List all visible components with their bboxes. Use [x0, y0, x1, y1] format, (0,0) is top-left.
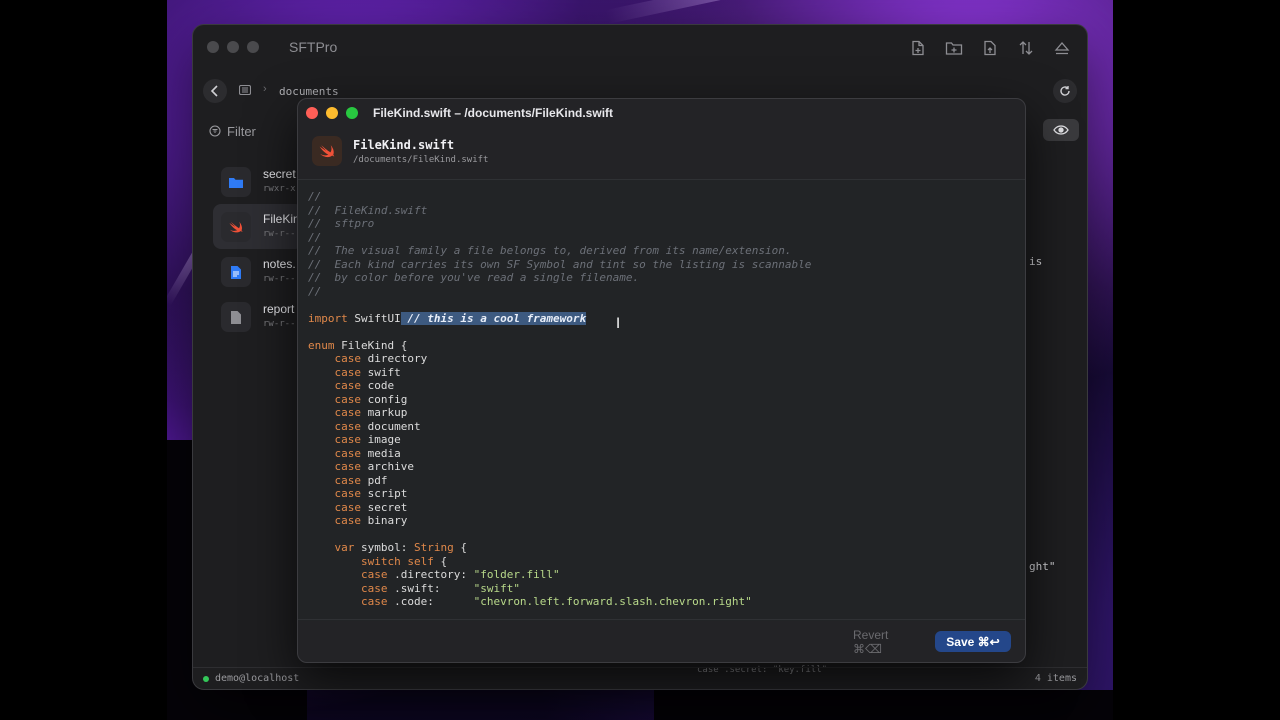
swift-icon: [312, 136, 342, 166]
editor-filepath: /documents/FileKind.swift: [353, 155, 489, 165]
back-button[interactable]: [203, 79, 227, 103]
code-line[interactable]: import SwiftUI // this is a cool framewo…: [308, 311, 811, 326]
list-item[interactable]: FileKind rw-r--: [213, 204, 306, 249]
list-item[interactable]: notes. rw-r--: [213, 249, 303, 294]
status-item-count: 4 items: [1034, 673, 1077, 684]
sidebar-toggle-icon[interactable]: [238, 83, 252, 98]
chevron-left-icon: [210, 85, 218, 97]
eye-icon: [1053, 125, 1069, 135]
file-permissions: rw-r--: [263, 229, 296, 239]
editor-footer: Revert ⌘⌫ Save ⌘↩: [298, 619, 1025, 662]
list-item[interactable]: secret rwxr-x: [213, 159, 303, 204]
wallpaper-shadow: [654, 690, 1113, 720]
sort-icon[interactable]: [1013, 37, 1039, 59]
upload-file-icon[interactable]: [977, 37, 1003, 59]
editor-titlebar: FileKind.swift – /documents/FileKind.swi…: [298, 99, 1025, 127]
code-line[interactable]: // The visual family a file belongs to, …: [308, 244, 811, 258]
code-line[interactable]: switch self {: [308, 555, 811, 569]
wallpaper-streak: [605, 0, 981, 24]
save-button[interactable]: Save ⌘↩: [935, 631, 1011, 652]
main-titlebar: SFTPro: [193, 25, 1087, 71]
code-line[interactable]: // Each kind carries its own SF Symbol a…: [308, 258, 811, 272]
editor-window-title: FileKind.swift – /documents/FileKind.swi…: [373, 106, 614, 120]
close-window-button[interactable]: [207, 41, 219, 53]
code-line[interactable]: case media: [308, 447, 811, 461]
status-user: demo@localhost: [215, 673, 300, 684]
folder-icon: [221, 167, 251, 197]
list-item[interactable]: report rw-r--: [213, 294, 303, 339]
code-line[interactable]: [308, 528, 811, 542]
code-line[interactable]: case secret: [308, 501, 811, 515]
zoom-editor-button[interactable]: [346, 107, 358, 119]
code-line[interactable]: [308, 298, 811, 312]
code-line[interactable]: case pdf: [308, 474, 811, 488]
file-name: report: [263, 302, 295, 316]
code-line[interactable]: case directory: [308, 352, 811, 366]
preview-toggle-button[interactable]: [1043, 119, 1079, 141]
background-text: ght": [1029, 560, 1056, 573]
editor-window: FileKind.swift – /documents/FileKind.swi…: [297, 98, 1026, 663]
revert-button[interactable]: Revert ⌘⌫: [853, 628, 917, 656]
toolbar: [905, 37, 1075, 59]
code-line[interactable]: case script: [308, 487, 811, 501]
code-text[interactable]: //// FileKind.swift// sftpro//// The vis…: [308, 190, 811, 609]
refresh-icon: [1060, 86, 1070, 96]
new-file-icon[interactable]: [905, 37, 931, 59]
filter-label: Filter: [227, 123, 256, 139]
editor-filename: FileKind.swift: [353, 138, 455, 152]
code-line[interactable]: //: [308, 285, 811, 299]
close-editor-button[interactable]: [306, 107, 318, 119]
eject-icon[interactable]: [1049, 37, 1075, 59]
app-title: SFTPro: [289, 39, 338, 55]
code-line[interactable]: enum FileKind {: [308, 339, 811, 353]
code-line[interactable]: case markup: [308, 406, 811, 420]
code-line[interactable]: // sftpro: [308, 217, 811, 231]
code-line[interactable]: case .code: "chevron.left.forward.slash.…: [308, 595, 811, 609]
zoom-window-button[interactable]: [247, 41, 259, 53]
minimize-window-button[interactable]: [227, 41, 239, 53]
status-bar: demo@localhost 4 items: [193, 667, 1087, 689]
new-folder-icon[interactable]: [941, 37, 967, 59]
connection-status-icon: [203, 676, 209, 682]
code-line[interactable]: //: [308, 190, 811, 204]
document-icon: [221, 302, 251, 332]
code-editor[interactable]: //// FileKind.swift// sftpro//// The vis…: [298, 179, 1025, 621]
code-line[interactable]: var symbol: String {: [308, 541, 811, 555]
refresh-button[interactable]: [1053, 79, 1077, 103]
file-permissions: rwxr-x: [263, 184, 296, 194]
background-text: is: [1029, 255, 1043, 268]
filter-icon: [209, 125, 221, 137]
breadcrumb-separator-icon: ›: [263, 83, 267, 95]
code-line[interactable]: // FileKind.swift: [308, 204, 811, 218]
code-line[interactable]: case image: [308, 433, 811, 447]
code-line[interactable]: case .directory: "folder.fill": [308, 568, 811, 582]
file-permissions: rw-r--: [263, 274, 296, 284]
code-line[interactable]: case binary: [308, 514, 811, 528]
swift-icon: [221, 212, 251, 242]
code-line[interactable]: // by color before you've read a single …: [308, 271, 811, 285]
code-line[interactable]: case swift: [308, 366, 811, 380]
code-line[interactable]: case document: [308, 420, 811, 434]
file-name: secret: [263, 167, 296, 181]
file-permissions: rw-r--: [263, 319, 296, 329]
document-icon: [221, 257, 251, 287]
text-cursor-icon: I: [616, 316, 621, 332]
breadcrumb[interactable]: documents: [279, 85, 339, 98]
minimize-editor-button[interactable]: [326, 107, 338, 119]
code-line[interactable]: //: [308, 231, 811, 245]
code-line[interactable]: case code: [308, 379, 811, 393]
code-line[interactable]: case archive: [308, 460, 811, 474]
code-line[interactable]: [308, 325, 811, 339]
code-line[interactable]: case config: [308, 393, 811, 407]
code-line[interactable]: case .swift: "swift": [308, 582, 811, 596]
file-name: notes.: [263, 257, 296, 271]
editor-header: FileKind.swift /documents/FileKind.swift: [298, 127, 1025, 179]
